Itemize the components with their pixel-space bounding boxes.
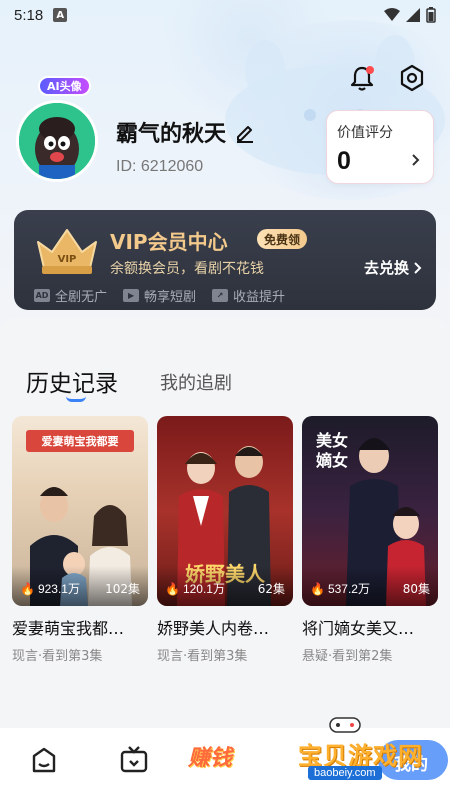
history-card[interactable]: 娇野美人 🔥120.1万 62集 娇野美人内卷… 现言·看到第3集: [157, 416, 293, 664]
vip-perks: AD 全剧无广 ▶ 畅享短剧 ↗ 收益提升: [34, 286, 285, 305]
ai-avatar-badge[interactable]: AI头像: [38, 76, 91, 96]
edit-icon[interactable]: [234, 121, 256, 143]
fire-icon: 🔥: [165, 581, 180, 596]
ad-icon: AD: [34, 289, 50, 302]
view-count-text: 923.1万: [37, 582, 80, 596]
episode-count: 80集: [402, 582, 430, 596]
signal-icon: [406, 8, 420, 22]
wifi-icon: [384, 8, 400, 21]
fire-icon: 🔥: [310, 581, 325, 596]
score-label: 价值评分: [337, 125, 393, 141]
tab-following[interactable]: 我的追剧: [160, 369, 232, 395]
nav-theater[interactable]: [118, 744, 150, 780]
drama-title: 娇野美人内卷…: [157, 619, 270, 638]
value-score-card[interactable]: 价值评分 0: [326, 110, 434, 184]
svg-text:VIP: VIP: [58, 254, 77, 265]
avatar-image: [16, 100, 98, 182]
username[interactable]: 霸气的秋天: [116, 116, 256, 148]
status-bar: 5:18 A: [0, 0, 450, 30]
vip-redeem-button[interactable]: 去兑换: [364, 257, 422, 278]
watch-progress: 现言·看到第3集: [157, 649, 248, 664]
perk-earnings: ↗ 收益提升: [212, 286, 285, 305]
avatar[interactable]: AI头像: [16, 76, 98, 186]
vip-card[interactable]: VIP VIP会员中心 免费领 余额换会员，看剧不花钱 去兑换 AD 全剧无广 ▶…: [14, 210, 436, 310]
battery-icon: [426, 7, 436, 23]
perk-no-ads: AD 全剧无广: [34, 286, 107, 305]
watermark-url: baobeiy.com: [308, 766, 382, 780]
poster-logo: 嫡女: [316, 451, 348, 470]
watch-progress: 悬疑·看到第2集: [302, 649, 393, 664]
chevron-right-icon: [412, 154, 420, 166]
free-badge: 免费领: [257, 229, 308, 249]
perk-label: 畅享短剧: [144, 290, 197, 305]
view-count-text: 120.1万: [182, 582, 225, 596]
poster-logo: 美女: [316, 431, 348, 450]
perk-short-drama: ▶ 畅享短剧: [123, 286, 196, 305]
home-icon: [32, 747, 56, 773]
settings-icon[interactable]: [396, 62, 428, 94]
gamepad-icon: [329, 717, 361, 733]
username-text: 霸气的秋天: [116, 122, 227, 147]
drama-title: 将门嫡女美又…: [302, 619, 415, 638]
episode-count: 102集: [105, 582, 140, 596]
tab-history[interactable]: 历史记录: [26, 364, 118, 398]
view-count: 🔥 923.1万: [20, 580, 80, 597]
bell-icon[interactable]: [346, 62, 378, 94]
view-count: 🔥 537.2万: [310, 580, 370, 597]
watch-progress: 现言·看到第3集: [12, 649, 103, 664]
crown-icon: VIP: [37, 229, 97, 274]
trend-up-icon: ↗: [212, 289, 229, 302]
notification-a-icon: A: [53, 8, 68, 22]
episode-count: 62集: [257, 582, 285, 596]
vip-title: VIP会员中心: [110, 230, 228, 254]
tab-active-indicator: [66, 396, 86, 402]
nav-home[interactable]: [28, 744, 60, 780]
nav-earn[interactable]: 赚钱: [188, 740, 232, 772]
watermark: 我的 宝贝游戏网 baobeiy.com: [298, 710, 450, 786]
user-id: ID: 6212060: [116, 158, 204, 175]
history-card[interactable]: 爱妻萌宝我都要 🔥 923.1万 102集 爱妻萌宝我都… 现言·看到第3集: [12, 416, 148, 664]
vip-redeem-label: 去兑换: [364, 259, 410, 277]
score-value: 0: [337, 147, 351, 175]
tv-icon: [120, 746, 148, 773]
status-time: 5:18: [14, 6, 44, 24]
poster-image: 美女 嫡女 🔥 537.2万 80集: [302, 416, 438, 606]
chevron-right-icon: [414, 261, 422, 274]
perk-label: 收益提升: [233, 290, 286, 305]
drama-title: 爱妻萌宝我都…: [12, 619, 125, 638]
poster-image: 娇野美人 🔥120.1万 62集: [157, 416, 293, 606]
view-count: 🔥 120.1万: [165, 580, 225, 597]
perk-label: 全剧无广: [55, 290, 108, 305]
history-card[interactable]: 美女 嫡女 🔥 537.2万 80集 将门嫡女美又… 悬疑·看到第2集: [302, 416, 438, 664]
view-count-text: 537.2万: [327, 582, 370, 596]
fire-icon: 🔥: [20, 581, 35, 596]
play-icon: ▶: [123, 289, 140, 302]
vip-subtitle: 余额换会员，看剧不花钱: [110, 261, 264, 277]
poster-image: 爱妻萌宝我都要 🔥 923.1万 102集: [12, 416, 148, 606]
